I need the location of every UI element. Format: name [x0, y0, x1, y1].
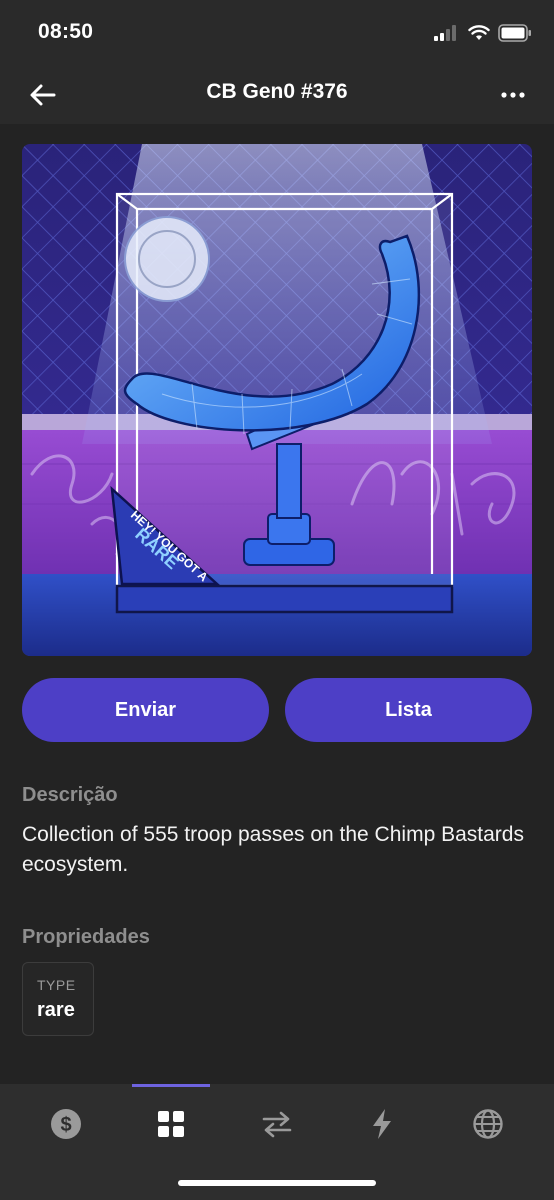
- nav-browser[interactable]: [458, 1102, 518, 1146]
- back-button[interactable]: [26, 80, 60, 110]
- status-icons: [434, 22, 532, 44]
- properties-heading: Propriedades: [22, 926, 150, 948]
- nav-swap[interactable]: [247, 1102, 307, 1146]
- arrow-left-icon: [30, 84, 56, 106]
- status-bar: 08:50: [0, 0, 554, 66]
- page-title: CB Gen0 #376: [206, 80, 348, 103]
- grid-icon: [158, 1111, 184, 1137]
- nav-active-indicator: [132, 1084, 210, 1087]
- send-button[interactable]: Enviar: [22, 678, 269, 742]
- nav-balance[interactable]: $: [36, 1102, 96, 1146]
- more-horizontal-icon: [501, 92, 525, 98]
- more-options-button[interactable]: [498, 80, 528, 110]
- svg-text:$: $: [60, 1114, 71, 1136]
- globe-icon: [473, 1109, 503, 1139]
- property-value: rare: [37, 999, 75, 1021]
- home-indicator: [178, 1180, 376, 1186]
- property-card: TYPE rare: [22, 962, 94, 1036]
- description-text: Collection of 555 troop passes on the Ch…: [22, 823, 524, 876]
- status-time: 08:50: [38, 20, 94, 43]
- property-type: TYPE: [37, 977, 76, 993]
- wifi-icon: [468, 25, 490, 40]
- nft-artwork-image: HEY! YOU GOT A RARE: [22, 144, 532, 656]
- nav-collectibles[interactable]: [141, 1102, 201, 1146]
- swap-arrows-icon: [262, 1111, 292, 1138]
- signal-icon: [434, 25, 456, 41]
- nav-activity[interactable]: [352, 1102, 412, 1146]
- description-heading: Descrição: [22, 784, 118, 806]
- battery-icon: [498, 24, 531, 42]
- top-app-bar: CB Gen0 #376: [0, 66, 554, 124]
- list-button[interactable]: Lista: [285, 678, 532, 742]
- dollar-coin-icon: $: [51, 1109, 81, 1139]
- action-buttons: Enviar Lista: [22, 678, 532, 742]
- lightning-icon: [373, 1109, 391, 1139]
